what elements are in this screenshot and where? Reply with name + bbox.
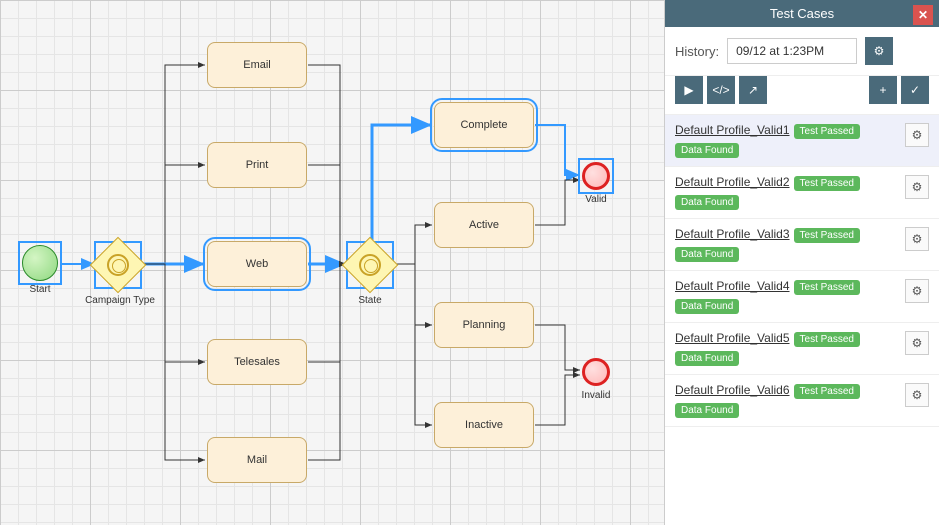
close-button[interactable]: ✕	[913, 5, 933, 25]
end-invalid-label: Invalid	[576, 390, 616, 401]
gear-icon: ⚙	[912, 232, 923, 246]
test-case-row[interactable]: Default Profile_Valid1 Test Passed Data Fo…	[665, 115, 939, 167]
play-icon: ▶	[684, 83, 693, 97]
row-settings-button[interactable]: ⚙	[905, 331, 929, 355]
status-badge: Test Passed	[794, 280, 860, 295]
task-complete[interactable]: Complete	[434, 102, 534, 148]
task-email[interactable]: Email	[207, 42, 307, 88]
gateway1-label: Campaign Type	[80, 295, 160, 306]
status-badge: Test Passed	[794, 176, 860, 191]
data-badge: Data Found	[675, 351, 739, 366]
code-icon: </>	[712, 83, 729, 97]
status-badge: Test Passed	[794, 332, 860, 347]
panel-header: Test Cases ✕	[665, 0, 939, 27]
gear-icon: ⚙	[912, 388, 923, 402]
start-label: Start	[22, 284, 58, 295]
share-icon: ↗	[748, 83, 758, 97]
task-mail[interactable]: Mail	[207, 437, 307, 483]
start-event[interactable]	[22, 245, 58, 281]
row-settings-button[interactable]: ⚙	[905, 123, 929, 147]
close-icon: ✕	[918, 8, 928, 22]
task-print[interactable]: Print	[207, 142, 307, 188]
row-settings-button[interactable]: ⚙	[905, 175, 929, 199]
history-row: History: ⚙	[665, 27, 939, 76]
gear-icon: ⚙	[874, 44, 885, 58]
gateway2-label: State	[345, 295, 395, 306]
add-button[interactable]: +	[869, 76, 897, 104]
test-case-row[interactable]: Default Profile_Valid3 Test Passed Data Fo…	[665, 219, 939, 271]
toolbar: ▶ </> ↗ + ✓	[665, 76, 939, 115]
status-badge: Test Passed	[794, 124, 860, 139]
test-case-name[interactable]: Default Profile_Valid3	[675, 227, 790, 241]
test-cases-panel: Test Cases ✕ History: ⚙ ▶ </> ↗ + ✓ Defa…	[664, 0, 939, 525]
task-planning[interactable]: Planning	[434, 302, 534, 348]
data-badge: Data Found	[675, 195, 739, 210]
gateway-campaign-type[interactable]	[98, 245, 138, 285]
status-badge: Test Passed	[794, 384, 860, 399]
task-telesales[interactable]: Telesales	[207, 339, 307, 385]
data-badge: Data Found	[675, 403, 739, 418]
share-button[interactable]: ↗	[739, 76, 767, 104]
test-case-name[interactable]: Default Profile_Valid2	[675, 175, 790, 189]
status-badge: Test Passed	[794, 228, 860, 243]
task-active[interactable]: Active	[434, 202, 534, 248]
test-case-name[interactable]: Default Profile_Valid1	[675, 123, 790, 137]
gear-icon: ⚙	[912, 180, 923, 194]
code-button[interactable]: </>	[707, 76, 735, 104]
history-input[interactable]	[727, 38, 857, 64]
data-badge: Data Found	[675, 299, 739, 314]
task-web[interactable]: Web	[207, 241, 307, 287]
end-event-valid[interactable]	[582, 162, 610, 190]
plus-icon: +	[879, 83, 886, 97]
history-label: History:	[675, 44, 719, 59]
end-event-invalid[interactable]	[582, 358, 610, 386]
test-case-row[interactable]: Default Profile_Valid2 Test Passed Data Fo…	[665, 167, 939, 219]
test-case-row[interactable]: Default Profile_Valid5 Test Passed Data Fo…	[665, 323, 939, 375]
history-settings-button[interactable]: ⚙	[865, 37, 893, 65]
panel-title: Test Cases	[770, 6, 834, 21]
end-valid-label: Valid	[578, 194, 614, 205]
data-badge: Data Found	[675, 247, 739, 262]
test-case-name[interactable]: Default Profile_Valid6	[675, 383, 790, 397]
check-icon: ✓	[910, 83, 920, 97]
gear-icon: ⚙	[912, 284, 923, 298]
test-case-row[interactable]: Default Profile_Valid4 Test Passed Data Fo…	[665, 271, 939, 323]
run-button[interactable]: ▶	[675, 76, 703, 104]
gear-icon: ⚙	[912, 128, 923, 142]
test-case-name[interactable]: Default Profile_Valid5	[675, 331, 790, 345]
gateway-state[interactable]	[350, 245, 390, 285]
gear-icon: ⚙	[912, 336, 923, 350]
test-case-row[interactable]: Default Profile_Valid6 Test Passed Data Fo…	[665, 375, 939, 427]
confirm-button[interactable]: ✓	[901, 76, 929, 104]
diagram-canvas[interactable]: Start Campaign Type Email Print Web Tele…	[0, 0, 664, 525]
row-settings-button[interactable]: ⚙	[905, 383, 929, 407]
row-settings-button[interactable]: ⚙	[905, 227, 929, 251]
task-inactive[interactable]: Inactive	[434, 402, 534, 448]
test-case-list[interactable]: Default Profile_Valid1 Test Passed Data Fo…	[665, 115, 939, 525]
data-badge: Data Found	[675, 143, 739, 158]
row-settings-button[interactable]: ⚙	[905, 279, 929, 303]
test-case-name[interactable]: Default Profile_Valid4	[675, 279, 790, 293]
